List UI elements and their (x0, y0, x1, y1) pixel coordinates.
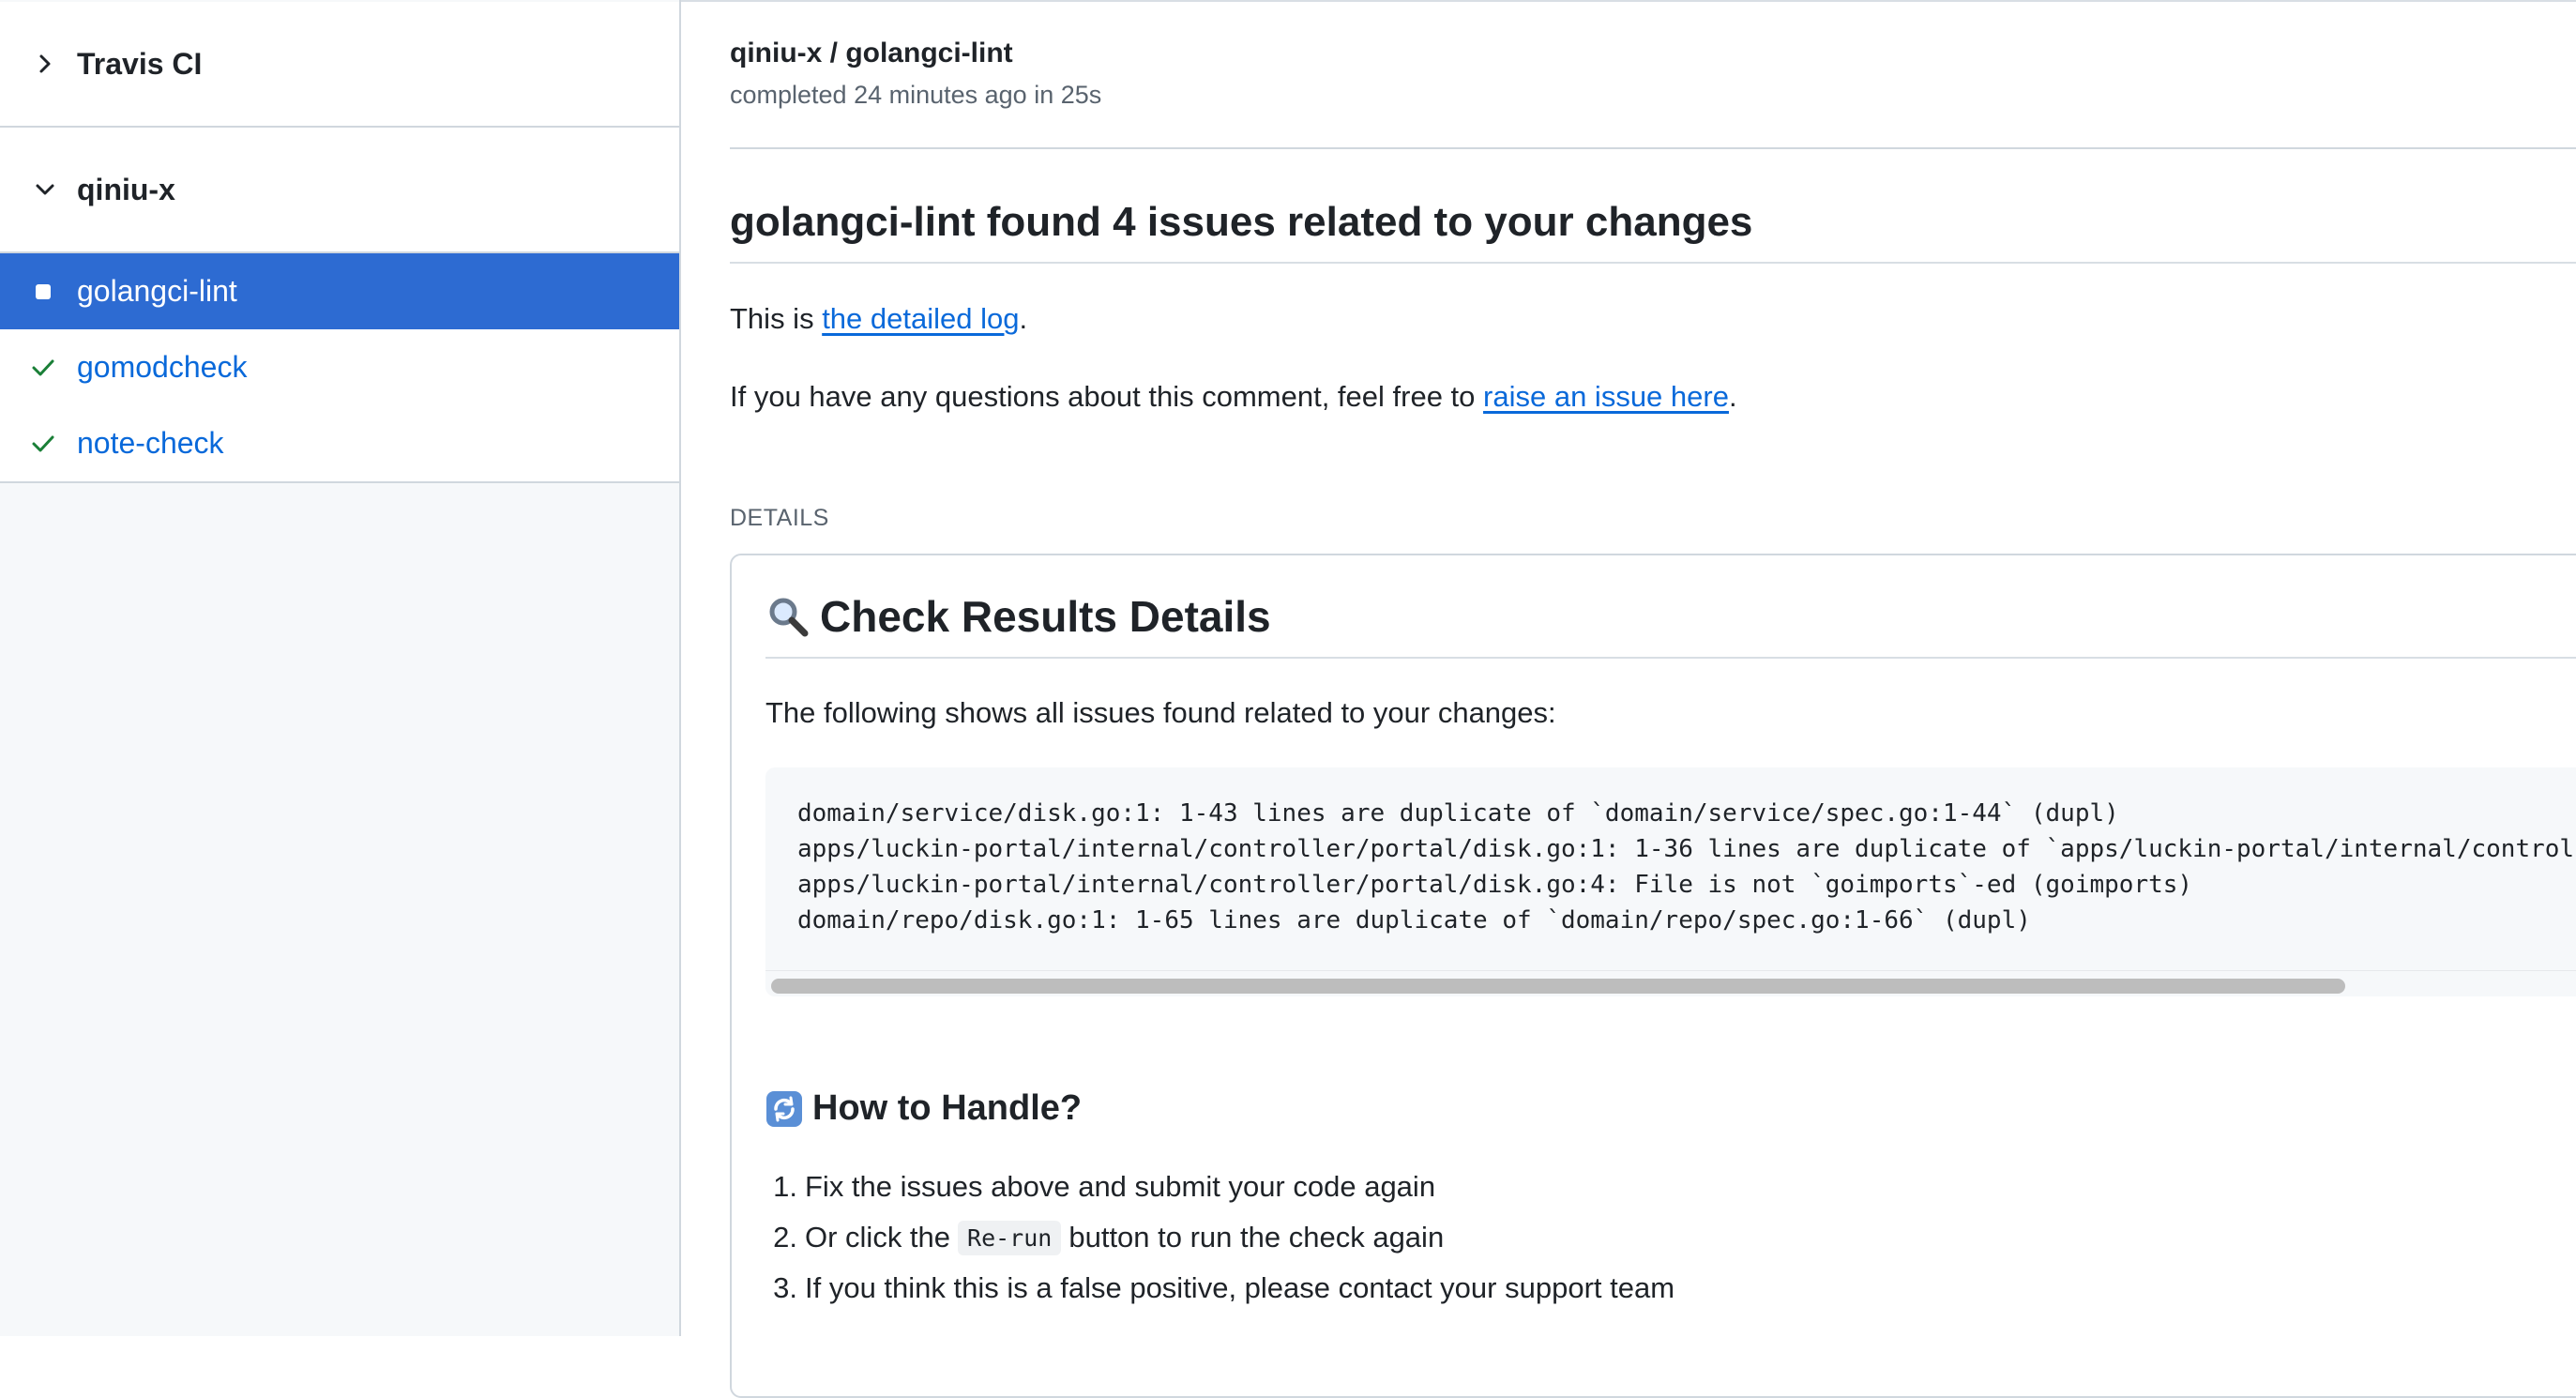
issues-code-block: domain/service/disk.go:1: 1-43 lines are… (765, 767, 2576, 996)
code-line: domain/repo/disk.go:1: 1-65 lines are du… (797, 906, 2031, 935)
divider (765, 657, 2576, 659)
magnifier-icon (769, 598, 809, 637)
group-title: qiniu-x (77, 172, 175, 206)
raise-issue-link[interactable]: raise an issue here (1483, 380, 1729, 413)
question-suffix: . (1728, 380, 1737, 413)
step-text: Fix the issues above and submit your cod… (805, 1170, 1436, 1203)
question-prefix: If you have any questions about this com… (730, 380, 1484, 413)
rerun-code: Re-run (958, 1220, 1062, 1255)
step-number: 1. (773, 1170, 797, 1203)
handle-heading-text: How to Handle? (812, 1088, 1083, 1128)
divider (730, 262, 2576, 264)
handle-steps: 1. Fix the issues above and submit your … (765, 1162, 1674, 1314)
list-item: 1. Fix the issues above and submit your … (765, 1162, 1674, 1212)
issues-code: domain/service/disk.go:1: 1-43 lines are… (797, 796, 2576, 938)
list-item: 3. If you think this is a false positive… (765, 1263, 1674, 1314)
group-travis-ci[interactable]: Travis CI (0, 2, 679, 128)
check-item-gomodcheck[interactable]: gomodcheck (0, 329, 679, 405)
check-success-icon (30, 431, 56, 457)
check-run-details: qiniu-x / golangci-lint completed 24 min… (730, 0, 2576, 1398)
step-text: If you think this is a false positive, p… (805, 1271, 1675, 1304)
check-label: note-check (77, 426, 224, 460)
step-number: 3. (773, 1271, 797, 1304)
detailed-log-link[interactable]: the detailed log (822, 302, 1019, 335)
step-text: button to run the check again (1068, 1221, 1445, 1254)
check-success-icon (30, 355, 56, 381)
check-item-note-check[interactable]: note-check (0, 405, 679, 481)
divider (730, 147, 2576, 149)
checks-sidebar: Travis CI qiniu-x golangci-lint gomodche… (0, 0, 681, 1336)
check-label: golangci-lint (77, 274, 237, 308)
details-heading-text: Check Results Details (820, 592, 1271, 641)
log-paragraph: This is the detailed log. (730, 302, 1027, 336)
code-line: apps/luckin-portal/internal/controller/p… (797, 871, 2193, 899)
group-title: Travis CI (77, 46, 203, 81)
code-line: apps/luckin-portal/internal/controller/p… (797, 835, 2576, 863)
check-label: gomodcheck (77, 350, 248, 384)
check-list: golangci-lint gomodcheck note-check (0, 253, 679, 483)
rerun-icon (766, 1090, 802, 1127)
step-text: Or click the (805, 1221, 951, 1254)
details-heading: Check Results Details (765, 591, 1271, 642)
in-progress-icon (30, 279, 56, 305)
chevron-down-icon (36, 184, 54, 195)
list-item: 2. Or click the Re-run button to run the… (765, 1212, 1674, 1263)
group-qiniu-x[interactable]: qiniu-x (0, 128, 679, 253)
log-prefix: This is (730, 302, 823, 335)
code-line: domain/service/disk.go:1: 1-43 lines are… (797, 799, 2119, 828)
page-title: qiniu-x / golangci-lint (730, 38, 1013, 68)
check-item-golangci-lint[interactable]: golangci-lint (0, 253, 679, 329)
step-number: 2. (773, 1221, 797, 1254)
details-intro: The following shows all issues found rel… (765, 696, 1556, 729)
handle-heading: How to Handle? (765, 1088, 1082, 1129)
question-paragraph: If you have any questions about this com… (730, 380, 1737, 414)
chevron-right-icon (39, 54, 51, 73)
summary-heading: golangci-lint found 4 issues related to … (730, 199, 1753, 245)
details-label: DETAILS (730, 505, 829, 531)
log-suffix: . (1019, 302, 1028, 335)
horizontal-scrollbar[interactable] (765, 970, 2576, 996)
scrollbar-thumb[interactable] (771, 979, 2345, 994)
run-status-text: completed 24 minutes ago in 25s (730, 81, 1102, 109)
details-panel: Check Results Details The following show… (730, 554, 2576, 1398)
